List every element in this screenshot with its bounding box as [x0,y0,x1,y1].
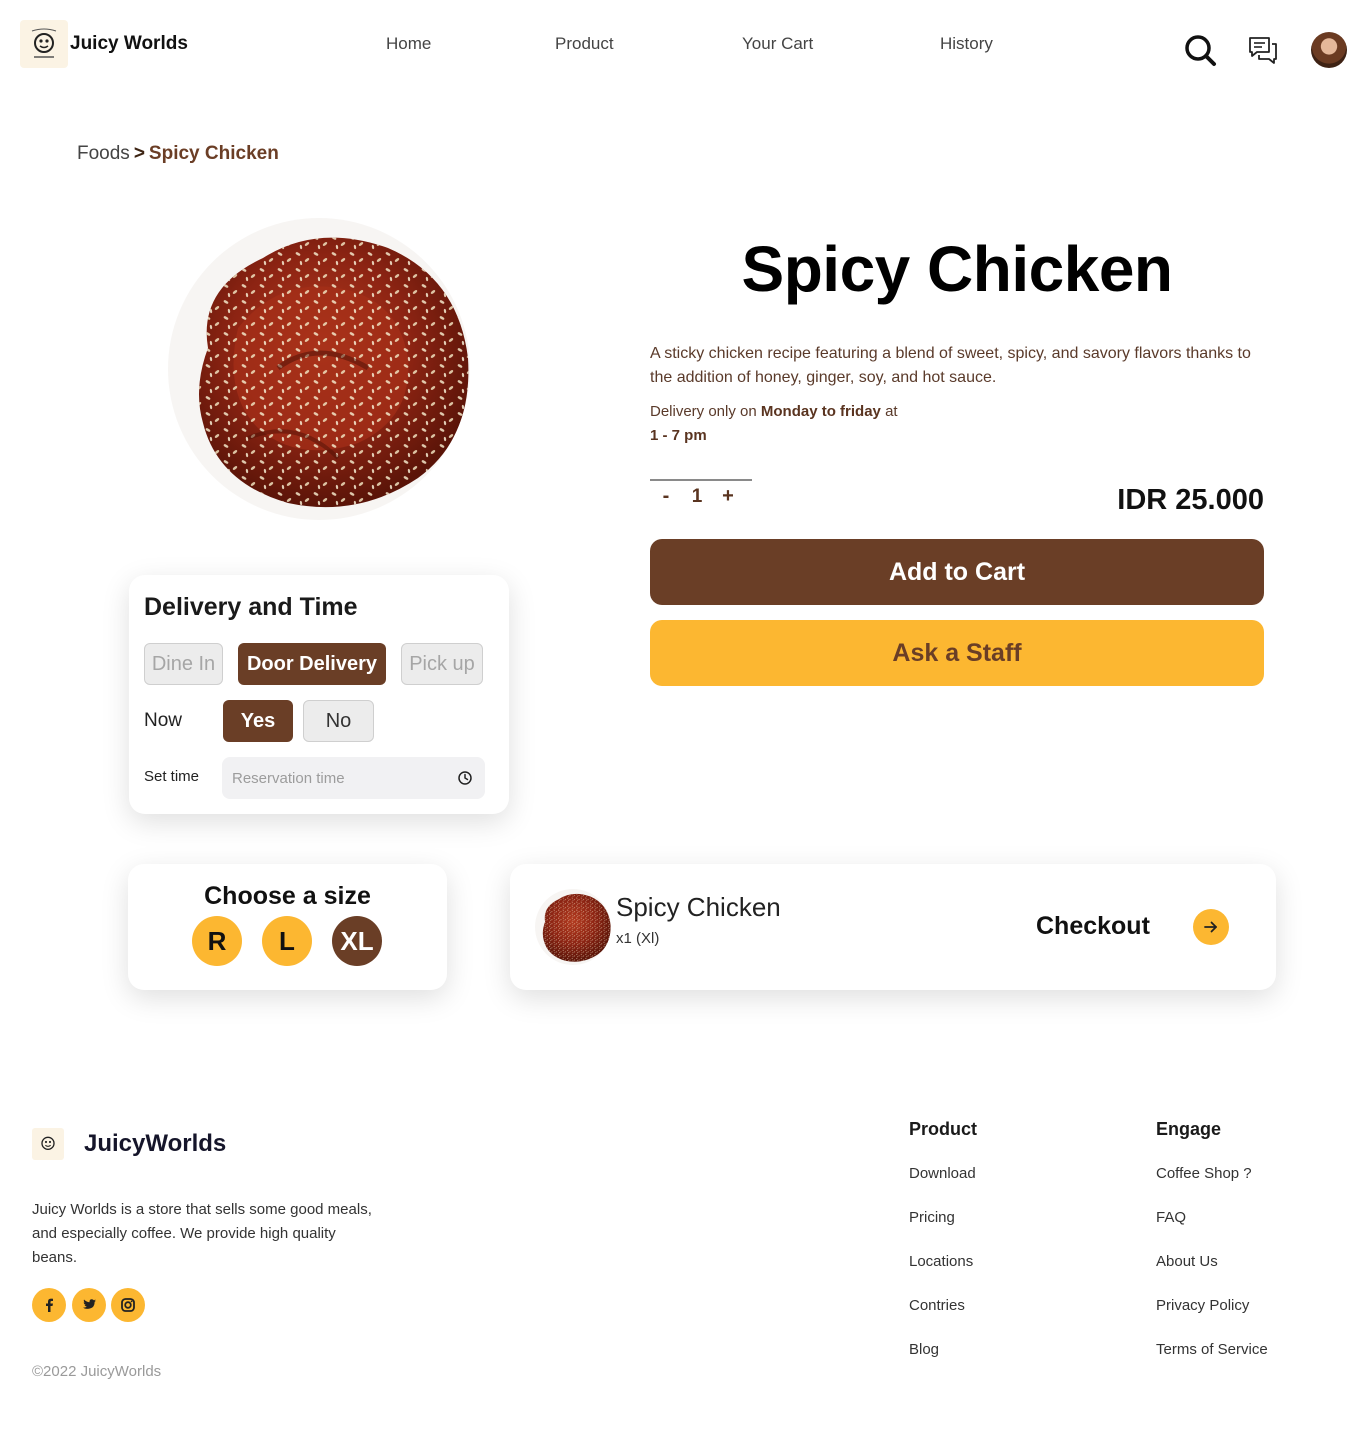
footer-logo[interactable] [32,1128,64,1160]
now-label: Now [144,710,183,731]
now-no-button[interactable]: No [303,700,374,742]
nav-home[interactable]: Home [386,34,431,54]
footer-product-title: Product [909,1119,978,1139]
set-time-label: Set time [144,768,200,785]
checkout-arrow-button[interactable] [1193,909,1229,945]
delivery-note: Delivery only on Monday to friday at 1 -… [650,400,980,448]
quantity-decrease-button[interactable]: - [650,485,682,508]
footer-description: Juicy Worlds is a store that sells some … [32,1201,372,1266]
avatar[interactable] [1311,32,1347,68]
brand-name[interactable]: Juicy Worlds [70,33,188,55]
quantity-increase-button[interactable]: + [712,485,744,508]
footer-brand: JuicyWorlds [84,1130,227,1157]
footer-link-about-us[interactable]: About Us [1156,1253,1218,1270]
breadcrumb-current: Spicy Chicken [148,143,279,164]
checkout-card: Spicy Chicken x1 (Xl) Checkout [510,864,1276,990]
footer-link-locations[interactable]: Locations [909,1253,973,1270]
delivery-hours: 1 - 7 pm [650,427,707,444]
product-image [168,218,470,520]
twitter-icon[interactable] [72,1288,106,1322]
clock-icon[interactable] [457,770,473,786]
product-description: A sticky chicken recipe featuring a blen… [650,345,1251,386]
size-r-button[interactable]: R [192,916,242,966]
quantity-stepper: - 1 + [650,479,752,508]
breadcrumb-separator: > [133,143,145,164]
now-yes-button[interactable]: Yes [223,700,293,742]
arrow-right-icon [1204,921,1217,933]
footer-link-pricing[interactable]: Pricing [909,1209,955,1226]
nav-your-cart[interactable]: Your Cart [742,34,813,54]
product-title: Spicy Chicken [741,233,1174,305]
logo[interactable] [20,20,68,68]
size-xl-button[interactable]: XL [332,916,382,966]
delivery-time-card: Delivery and Time Dine In Door Delivery … [129,575,509,814]
cart-item-thumbnail [535,889,611,965]
delivery-days: Monday to friday [760,403,881,420]
breadcrumb-parent[interactable]: Foods [77,143,130,165]
reservation-time-field [222,757,485,799]
footer-link-blog[interactable]: Blog [909,1341,939,1358]
quantity-value: 1 [691,485,703,507]
breadcrumb: Foods > Spicy Chicken [77,143,279,165]
footer-link-privacy-policy[interactable]: Privacy Policy [1156,1297,1249,1314]
delivery-card-title: Delivery and Time [144,593,358,621]
logo-mark-icon [31,28,57,58]
instagram-icon[interactable] [111,1288,145,1322]
ask-staff-button[interactable]: Ask a Staff [650,620,1264,686]
option-dine-in[interactable]: Dine In [144,643,223,685]
size-card-title: Choose a size [204,882,371,910]
footer-link-terms[interactable]: Terms of Service [1156,1341,1268,1358]
cart-item-name: Spicy Chicken [616,892,781,922]
option-pick-up[interactable]: Pick up [401,643,483,685]
delivery-at: at [885,403,898,420]
product-price: IDR 25.000 [1117,484,1264,516]
footer-link-contries[interactable]: Contries [909,1297,965,1314]
search-icon[interactable] [1182,32,1218,68]
footer-link-coffee-shop[interactable]: Coffee Shop ? [1156,1165,1252,1182]
delivery-prefix: Delivery only on [650,403,757,420]
chat-icon[interactable] [1246,33,1280,67]
nav-product[interactable]: Product [555,34,614,54]
add-to-cart-button[interactable]: Add to Cart [650,539,1264,605]
reservation-time-input[interactable] [232,769,457,787]
option-door-delivery[interactable]: Door Delivery [238,643,386,685]
cart-item-quantity: x1 (Xl) [616,930,660,947]
logo-mark-icon [41,1136,55,1150]
facebook-icon[interactable] [32,1288,66,1322]
footer-link-download[interactable]: Download [909,1165,976,1182]
size-l-button[interactable]: L [262,916,312,966]
copyright: ©2022 JuicyWorlds [32,1363,162,1380]
footer-link-faq[interactable]: FAQ [1156,1209,1186,1226]
footer-engage-title: Engage [1156,1119,1222,1139]
checkout-label[interactable]: Checkout [1036,912,1150,941]
size-card: Choose a size R L XL [128,864,447,990]
nav-history[interactable]: History [940,34,993,54]
